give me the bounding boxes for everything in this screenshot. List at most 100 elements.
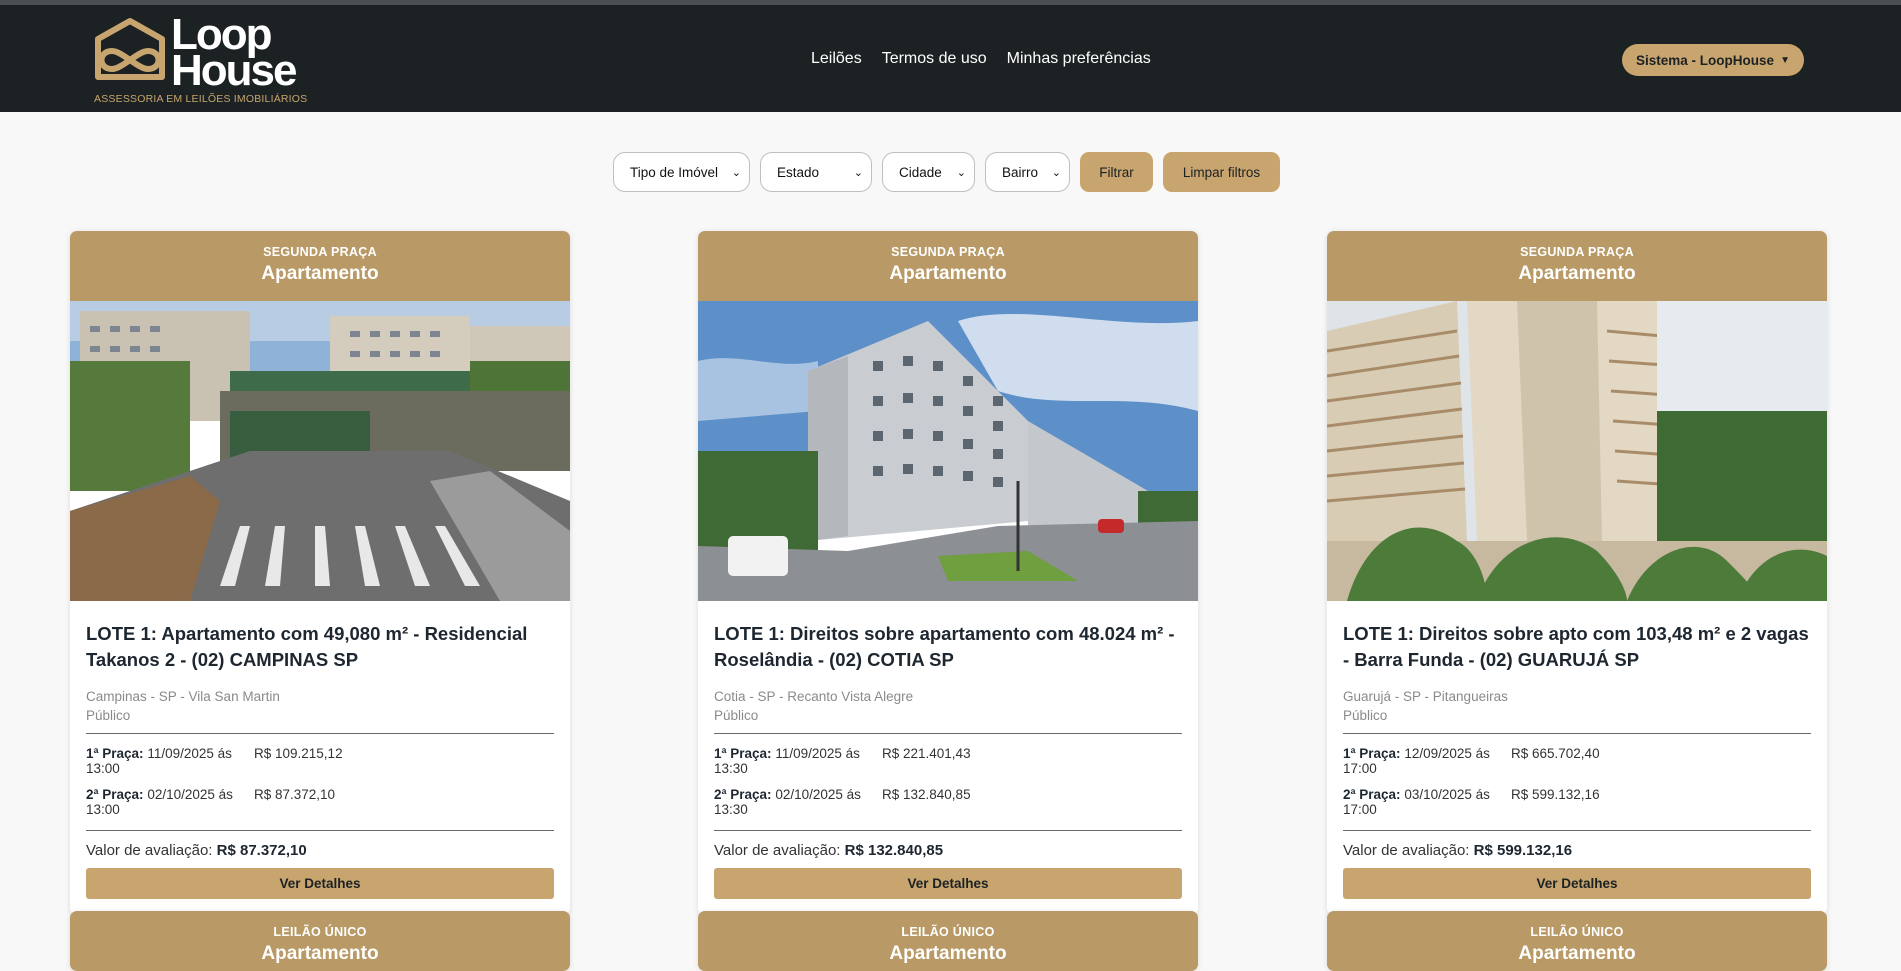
tipo-imovel-select[interactable]: Tipo de Imóvel ⌄ bbox=[613, 152, 750, 192]
praca-2-row: 2ª Praça: 02/10/2025 ás 13:00 R$ 87.372,… bbox=[86, 787, 554, 817]
site-header: Loop House ASSESSORIA EM LEILÕES IMOBILI… bbox=[0, 5, 1901, 112]
tipo-imovel-value: Tipo de Imóvel bbox=[630, 164, 719, 180]
auction-stage-label: LEILÃO ÚNICO bbox=[901, 925, 995, 939]
nav-termos-de-uso[interactable]: Termos de uso bbox=[882, 50, 987, 68]
nav-leiloes[interactable]: Leilões bbox=[811, 50, 862, 68]
property-card: LEILÃO ÚNICO Apartamento bbox=[70, 911, 570, 971]
auction-stage-label: LEILÃO ÚNICO bbox=[273, 925, 367, 939]
property-type: Apartamento bbox=[261, 263, 379, 284]
listing-location: Cotia - SP - Recanto Vista Alegre bbox=[714, 689, 914, 704]
caret-down-icon: ▼ bbox=[1780, 54, 1790, 66]
card-body: LOTE 1: Direitos sobre apartamento com 4… bbox=[698, 601, 1198, 915]
praca-2-row: 2ª Praça: 03/10/2025 ás 17:00 R$ 599.132… bbox=[1343, 787, 1811, 817]
filter-bar: Tipo de Imóvel ⌄ Estado ⌄ Cidade ⌄ Bairr… bbox=[613, 152, 1280, 192]
praca-2-value: R$ 87.372,10 bbox=[254, 787, 336, 802]
ver-detalhes-button[interactable]: Ver Detalhes bbox=[86, 868, 554, 899]
property-card: SEGUNDA PRAÇA Apartamento LOTE 1: Direit… bbox=[1327, 231, 1827, 915]
logo-word-house: House bbox=[171, 46, 297, 95]
listing-modality: Público bbox=[86, 708, 131, 723]
auction-stage-label: SEGUNDA PRAÇA bbox=[263, 245, 377, 259]
nav-minhas-preferencias[interactable]: Minhas preferências bbox=[1007, 50, 1151, 68]
property-photo[interactable] bbox=[1327, 301, 1827, 601]
valor-avaliacao: Valor de avaliação: R$ 599.132,16 bbox=[1343, 842, 1811, 859]
valor-avaliacao-value: R$ 599.132,16 bbox=[1473, 842, 1573, 859]
cidade-select[interactable]: Cidade ⌄ bbox=[882, 152, 975, 192]
estado-value: Estado bbox=[777, 164, 820, 180]
bairro-value: Bairro bbox=[1002, 164, 1039, 180]
valor-avaliacao-label: Valor de avaliação: bbox=[1343, 842, 1470, 859]
property-card: SEGUNDA PRAÇA Apartamento LOTE 1: Aparta… bbox=[70, 231, 570, 915]
praca-1-value: R$ 665.702,40 bbox=[1511, 746, 1600, 761]
praca-2-label: 2ª Praça: bbox=[714, 787, 772, 802]
property-type: Apartamento bbox=[1518, 943, 1636, 964]
card-body: LOTE 1: Direitos sobre apto com 103,48 m… bbox=[1327, 601, 1827, 915]
chevron-down-icon: ⌄ bbox=[853, 166, 863, 179]
logo-tagline: ASSESSORIA EM LEILÕES IMOBILIÁRIOS bbox=[94, 93, 308, 105]
valor-avaliacao-value: R$ 132.840,85 bbox=[844, 842, 944, 859]
main-nav: Leilões Termos de uso Minhas preferência… bbox=[811, 50, 1151, 68]
praca-1-value: R$ 109.215,12 bbox=[254, 746, 343, 761]
valor-avaliacao: Valor de avaliação: R$ 132.840,85 bbox=[714, 842, 1182, 859]
card-header: SEGUNDA PRAÇA Apartamento bbox=[698, 231, 1198, 301]
listing-title[interactable]: LOTE 1: Direitos sobre apto com 103,48 m… bbox=[1343, 621, 1811, 673]
property-card: LEILÃO ÚNICO Apartamento bbox=[1327, 911, 1827, 971]
cidade-value: Cidade bbox=[899, 164, 942, 180]
listing-modality: Público bbox=[1343, 708, 1388, 723]
valor-avaliacao: Valor de avaliação: R$ 87.372,10 bbox=[86, 842, 554, 859]
divider bbox=[714, 830, 1182, 831]
property-photo[interactable] bbox=[698, 301, 1198, 601]
ver-detalhes-button[interactable]: Ver Detalhes bbox=[1343, 868, 1811, 899]
valor-avaliacao-label: Valor de avaliação: bbox=[714, 842, 841, 859]
property-type: Apartamento bbox=[889, 943, 1007, 964]
property-card: LEILÃO ÚNICO Apartamento bbox=[698, 911, 1198, 971]
ver-detalhes-button[interactable]: Ver Detalhes bbox=[714, 868, 1182, 899]
property-type: Apartamento bbox=[1518, 263, 1636, 284]
praca-1-row: 1ª Praça: 11/09/2025 ás 13:00 R$ 109.215… bbox=[86, 746, 554, 776]
filtrar-button[interactable]: Filtrar bbox=[1080, 152, 1153, 192]
listing-location: Campinas - SP - Vila San Martin bbox=[86, 689, 280, 704]
limpar-filtros-button[interactable]: Limpar filtros bbox=[1163, 152, 1280, 192]
valor-avaliacao-label: Valor de avaliação: bbox=[86, 842, 213, 859]
praca-2-label: 2ª Praça: bbox=[86, 787, 144, 802]
card-header: SEGUNDA PRAÇA Apartamento bbox=[70, 231, 570, 301]
system-menu-button[interactable]: Sistema - LoopHouse ▼ bbox=[1622, 44, 1804, 76]
divider bbox=[1343, 830, 1811, 831]
divider bbox=[86, 733, 554, 734]
listing-title[interactable]: LOTE 1: Apartamento com 49,080 m² - Resi… bbox=[86, 621, 554, 673]
card-body: LOTE 1: Apartamento com 49,080 m² - Resi… bbox=[70, 601, 570, 915]
praca-1-label: 1ª Praça: bbox=[86, 746, 144, 761]
bairro-select[interactable]: Bairro ⌄ bbox=[985, 152, 1070, 192]
card-header: LEILÃO ÚNICO Apartamento bbox=[698, 911, 1198, 971]
card-header: LEILÃO ÚNICO Apartamento bbox=[1327, 911, 1827, 971]
listing-location: Guarujá - SP - Pitangueiras bbox=[1343, 689, 1508, 704]
valor-avaliacao-value: R$ 87.372,10 bbox=[216, 842, 307, 859]
card-header: SEGUNDA PRAÇA Apartamento bbox=[1327, 231, 1827, 301]
property-type: Apartamento bbox=[261, 943, 379, 964]
praca-1-label: 1ª Praça: bbox=[1343, 746, 1401, 761]
auction-stage-label: SEGUNDA PRAÇA bbox=[891, 245, 1005, 259]
divider bbox=[86, 830, 554, 831]
listing-modality: Público bbox=[714, 708, 759, 723]
chevron-down-icon: ⌄ bbox=[1051, 166, 1061, 179]
loophouse-logo[interactable]: Loop House ASSESSORIA EM LEILÕES IMOBILI… bbox=[92, 13, 307, 107]
estado-select[interactable]: Estado ⌄ bbox=[760, 152, 872, 192]
praca-1-label: 1ª Praça: bbox=[714, 746, 772, 761]
praca-2-label: 2ª Praça: bbox=[1343, 787, 1401, 802]
logo-wordmark: Loop House bbox=[171, 13, 297, 95]
property-type: Apartamento bbox=[889, 263, 1007, 284]
praca-2-row: 2ª Praça: 02/10/2025 ás 13:30 R$ 132.840… bbox=[714, 787, 1182, 817]
divider bbox=[714, 733, 1182, 734]
praca-1-value: R$ 221.401,43 bbox=[882, 746, 971, 761]
property-photo[interactable] bbox=[70, 301, 570, 601]
card-header: LEILÃO ÚNICO Apartamento bbox=[70, 911, 570, 971]
auction-stage-label: LEILÃO ÚNICO bbox=[1530, 925, 1624, 939]
system-menu-label: Sistema - LoopHouse bbox=[1636, 52, 1775, 68]
divider bbox=[1343, 733, 1811, 734]
chevron-down-icon: ⌄ bbox=[956, 166, 966, 179]
listing-title[interactable]: LOTE 1: Direitos sobre apartamento com 4… bbox=[714, 621, 1182, 673]
chevron-down-icon: ⌄ bbox=[731, 166, 741, 179]
praca-1-row: 1ª Praça: 12/09/2025 ás 17:00 R$ 665.702… bbox=[1343, 746, 1811, 776]
praca-1-row: 1ª Praça: 11/09/2025 ás 13:30 R$ 221.401… bbox=[714, 746, 1182, 776]
property-card: SEGUNDA PRAÇA Apartamento LOTE 1: Direit… bbox=[698, 231, 1198, 915]
house-loop-icon bbox=[95, 18, 165, 80]
